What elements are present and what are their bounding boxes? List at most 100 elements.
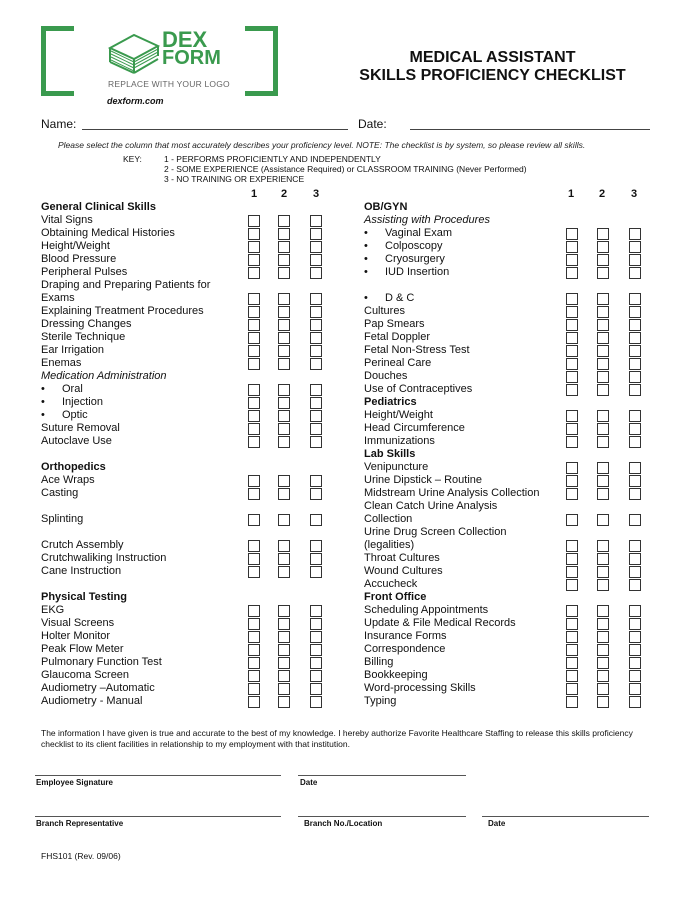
- proficiency-checkbox-3[interactable]: [310, 228, 322, 240]
- proficiency-checkbox-2[interactable]: [597, 631, 609, 643]
- proficiency-checkbox-2[interactable]: [278, 423, 290, 435]
- proficiency-checkbox-1[interactable]: [566, 683, 578, 695]
- proficiency-checkbox-2[interactable]: [597, 605, 609, 617]
- proficiency-checkbox-3[interactable]: [629, 618, 641, 630]
- proficiency-checkbox-2[interactable]: [597, 644, 609, 656]
- proficiency-checkbox-1[interactable]: [248, 306, 260, 318]
- proficiency-checkbox-3[interactable]: [310, 514, 322, 526]
- proficiency-checkbox-1[interactable]: [566, 254, 578, 266]
- date-field[interactable]: [410, 129, 650, 130]
- proficiency-checkbox-3[interactable]: [629, 345, 641, 357]
- proficiency-checkbox-1[interactable]: [248, 618, 260, 630]
- proficiency-checkbox-3[interactable]: [629, 553, 641, 565]
- proficiency-checkbox-2[interactable]: [597, 384, 609, 396]
- proficiency-checkbox-3[interactable]: [629, 475, 641, 487]
- proficiency-checkbox-1[interactable]: [566, 228, 578, 240]
- proficiency-checkbox-1[interactable]: [248, 644, 260, 656]
- proficiency-checkbox-2[interactable]: [278, 696, 290, 708]
- proficiency-checkbox-3[interactable]: [310, 683, 322, 695]
- proficiency-checkbox-2[interactable]: [278, 397, 290, 409]
- employee-date-field[interactable]: [298, 775, 466, 776]
- proficiency-checkbox-3[interactable]: [310, 319, 322, 331]
- proficiency-checkbox-3[interactable]: [310, 306, 322, 318]
- proficiency-checkbox-2[interactable]: [597, 267, 609, 279]
- proficiency-checkbox-1[interactable]: [248, 293, 260, 305]
- proficiency-checkbox-1[interactable]: [566, 371, 578, 383]
- proficiency-checkbox-3[interactable]: [310, 631, 322, 643]
- proficiency-checkbox-1[interactable]: [566, 241, 578, 253]
- proficiency-checkbox-3[interactable]: [629, 228, 641, 240]
- proficiency-checkbox-1[interactable]: [566, 475, 578, 487]
- proficiency-checkbox-1[interactable]: [248, 514, 260, 526]
- proficiency-checkbox-2[interactable]: [597, 462, 609, 474]
- proficiency-checkbox-3[interactable]: [629, 423, 641, 435]
- proficiency-checkbox-3[interactable]: [629, 241, 641, 253]
- proficiency-checkbox-3[interactable]: [310, 410, 322, 422]
- proficiency-checkbox-3[interactable]: [629, 254, 641, 266]
- proficiency-checkbox-3[interactable]: [310, 436, 322, 448]
- proficiency-checkbox-3[interactable]: [629, 410, 641, 422]
- proficiency-checkbox-3[interactable]: [629, 566, 641, 578]
- proficiency-checkbox-1[interactable]: [248, 345, 260, 357]
- proficiency-checkbox-2[interactable]: [597, 579, 609, 591]
- proficiency-checkbox-1[interactable]: [566, 306, 578, 318]
- proficiency-checkbox-1[interactable]: [566, 644, 578, 656]
- proficiency-checkbox-2[interactable]: [278, 410, 290, 422]
- proficiency-checkbox-1[interactable]: [566, 579, 578, 591]
- proficiency-checkbox-2[interactable]: [278, 306, 290, 318]
- proficiency-checkbox-1[interactable]: [248, 319, 260, 331]
- proficiency-checkbox-3[interactable]: [310, 475, 322, 487]
- proficiency-checkbox-1[interactable]: [248, 696, 260, 708]
- proficiency-checkbox-2[interactable]: [597, 423, 609, 435]
- proficiency-checkbox-3[interactable]: [310, 488, 322, 500]
- proficiency-checkbox-1[interactable]: [248, 410, 260, 422]
- proficiency-checkbox-1[interactable]: [248, 397, 260, 409]
- proficiency-checkbox-2[interactable]: [278, 293, 290, 305]
- proficiency-checkbox-2[interactable]: [597, 670, 609, 682]
- proficiency-checkbox-2[interactable]: [278, 670, 290, 682]
- proficiency-checkbox-2[interactable]: [597, 241, 609, 253]
- proficiency-checkbox-2[interactable]: [597, 332, 609, 344]
- proficiency-checkbox-1[interactable]: [566, 267, 578, 279]
- proficiency-checkbox-1[interactable]: [248, 566, 260, 578]
- proficiency-checkbox-3[interactable]: [629, 293, 641, 305]
- proficiency-checkbox-1[interactable]: [248, 436, 260, 448]
- proficiency-checkbox-2[interactable]: [597, 293, 609, 305]
- proficiency-checkbox-2[interactable]: [278, 683, 290, 695]
- proficiency-checkbox-2[interactable]: [597, 553, 609, 565]
- proficiency-checkbox-3[interactable]: [629, 384, 641, 396]
- proficiency-checkbox-1[interactable]: [566, 566, 578, 578]
- proficiency-checkbox-3[interactable]: [310, 293, 322, 305]
- proficiency-checkbox-1[interactable]: [566, 436, 578, 448]
- proficiency-checkbox-1[interactable]: [566, 514, 578, 526]
- proficiency-checkbox-2[interactable]: [278, 319, 290, 331]
- proficiency-checkbox-2[interactable]: [278, 540, 290, 552]
- proficiency-checkbox-1[interactable]: [248, 657, 260, 669]
- proficiency-checkbox-2[interactable]: [597, 345, 609, 357]
- proficiency-checkbox-2[interactable]: [278, 215, 290, 227]
- proficiency-checkbox-1[interactable]: [248, 553, 260, 565]
- proficiency-checkbox-3[interactable]: [629, 358, 641, 370]
- proficiency-checkbox-3[interactable]: [629, 696, 641, 708]
- proficiency-checkbox-2[interactable]: [597, 410, 609, 422]
- proficiency-checkbox-3[interactable]: [310, 332, 322, 344]
- proficiency-checkbox-1[interactable]: [566, 332, 578, 344]
- proficiency-checkbox-3[interactable]: [310, 670, 322, 682]
- proficiency-checkbox-1[interactable]: [248, 332, 260, 344]
- proficiency-checkbox-3[interactable]: [629, 514, 641, 526]
- proficiency-checkbox-1[interactable]: [566, 618, 578, 630]
- proficiency-checkbox-2[interactable]: [597, 514, 609, 526]
- branch-date-field[interactable]: [482, 816, 649, 817]
- proficiency-checkbox-1[interactable]: [566, 293, 578, 305]
- proficiency-checkbox-2[interactable]: [278, 475, 290, 487]
- proficiency-checkbox-1[interactable]: [566, 553, 578, 565]
- proficiency-checkbox-2[interactable]: [278, 384, 290, 396]
- proficiency-checkbox-1[interactable]: [248, 215, 260, 227]
- proficiency-checkbox-2[interactable]: [278, 358, 290, 370]
- proficiency-checkbox-3[interactable]: [310, 566, 322, 578]
- proficiency-checkbox-2[interactable]: [278, 618, 290, 630]
- proficiency-checkbox-2[interactable]: [597, 436, 609, 448]
- proficiency-checkbox-3[interactable]: [310, 397, 322, 409]
- proficiency-checkbox-2[interactable]: [278, 553, 290, 565]
- proficiency-checkbox-2[interactable]: [597, 566, 609, 578]
